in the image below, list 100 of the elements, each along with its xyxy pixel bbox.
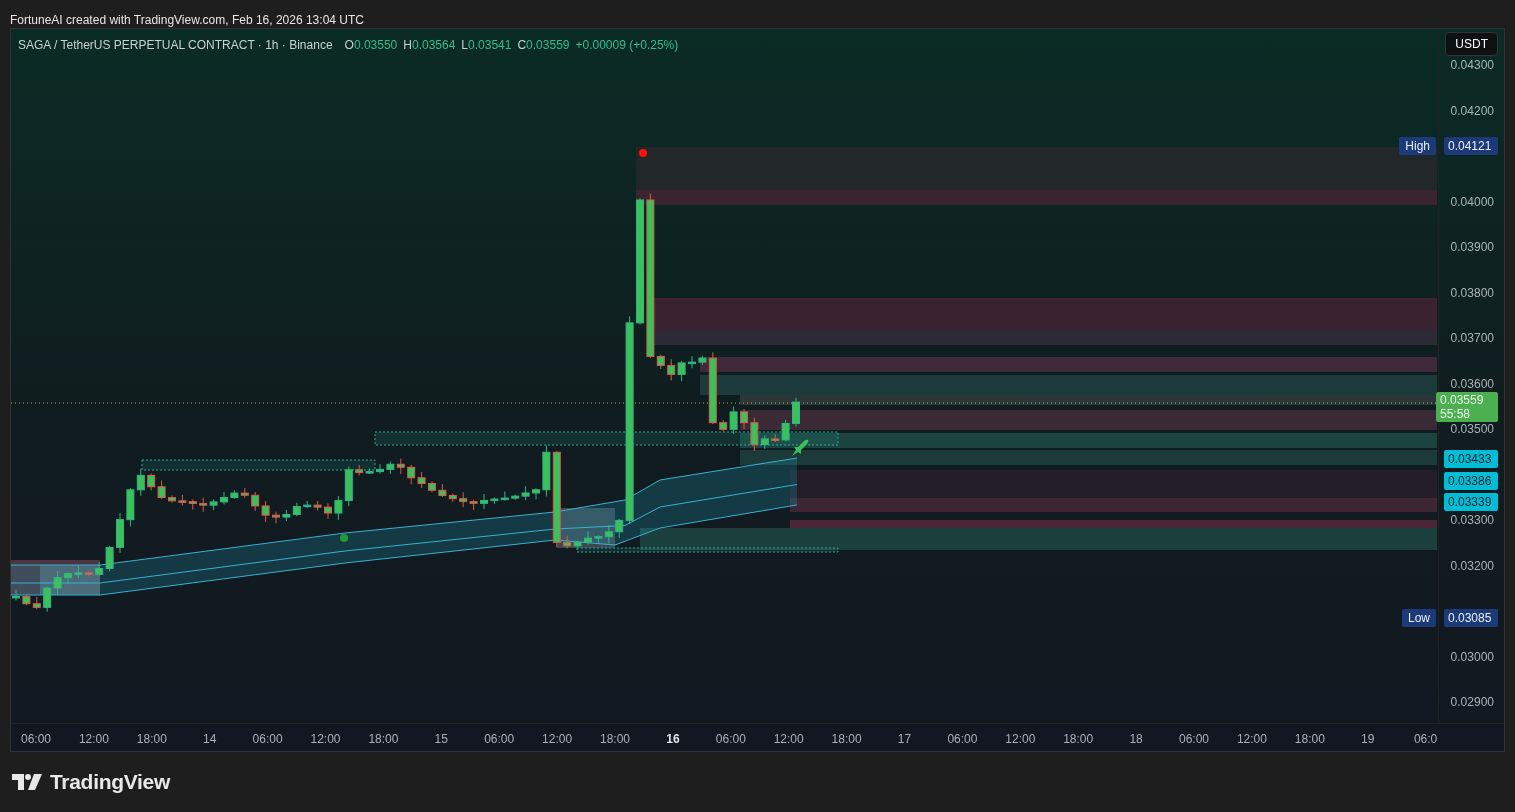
price-label: 0.03000 bbox=[1450, 649, 1494, 664]
time-label: 18 bbox=[1129, 732, 1143, 746]
candlestick bbox=[303, 500, 312, 509]
candlestick bbox=[230, 489, 239, 500]
brand-wordmark: TradingView bbox=[50, 770, 170, 794]
time-label: 06:00 bbox=[947, 732, 978, 746]
time-label: 06:00 bbox=[252, 732, 283, 746]
price-label: 0.04300 bbox=[1450, 58, 1494, 72]
candlestick bbox=[157, 480, 166, 500]
currency-button[interactable]: USDT bbox=[1445, 32, 1498, 56]
rocket-icon bbox=[792, 439, 809, 456]
time-label: 12:00 bbox=[1236, 732, 1267, 746]
candlestick bbox=[417, 471, 426, 489]
candlestick bbox=[792, 397, 800, 428]
candlestick bbox=[43, 586, 52, 613]
price-label: 0.03600 bbox=[1450, 376, 1494, 391]
price-value: 0.03559 bbox=[1440, 393, 1485, 408]
candlestick bbox=[272, 511, 280, 524]
candlestick bbox=[32, 596, 41, 610]
time-label: 18:00 bbox=[831, 732, 862, 746]
candlestick bbox=[469, 499, 478, 511]
extreme-label-tag: Low bbox=[1402, 608, 1436, 627]
change-value: +0.00009 (+0.25%) bbox=[575, 38, 679, 52]
candlestick bbox=[220, 491, 228, 505]
ohlc-value: 0.03559 bbox=[526, 38, 570, 52]
candlestick bbox=[532, 487, 540, 500]
candlestick bbox=[12, 589, 20, 601]
time-label: 18:00 bbox=[600, 732, 630, 746]
price-label: 0.03700 bbox=[1450, 331, 1494, 345]
price-label: 0.03800 bbox=[1450, 285, 1494, 300]
candlestick bbox=[667, 358, 676, 381]
time-label: 18:00 bbox=[1294, 732, 1325, 746]
time-label: 06:00 bbox=[21, 732, 51, 746]
time-label: 06:00 bbox=[1179, 732, 1209, 746]
candlestick bbox=[116, 512, 124, 554]
ohlc-value: 0.03564 bbox=[411, 38, 456, 52]
candlestick bbox=[324, 502, 332, 520]
candlestick bbox=[407, 464, 416, 485]
time-label: 12:00 bbox=[773, 732, 804, 746]
ohlc-value: 0.03541 bbox=[468, 38, 512, 52]
price-label: 0.04000 bbox=[1450, 194, 1494, 209]
candlestick bbox=[199, 497, 208, 513]
price-tag: 0.04121 bbox=[1444, 137, 1498, 156]
candlestick bbox=[64, 571, 72, 585]
time-label: 18:00 bbox=[1063, 732, 1094, 746]
time-label: 06:00 bbox=[484, 732, 515, 746]
candlestick bbox=[584, 530, 592, 546]
candlestick bbox=[313, 500, 322, 512]
extreme-label-tag: High bbox=[1399, 137, 1436, 156]
candlestick bbox=[261, 500, 270, 523]
time-label: 12:00 bbox=[1005, 732, 1036, 746]
time-label: 17 bbox=[897, 732, 912, 746]
ohlc-label: O bbox=[344, 38, 354, 52]
price-label: 0.03300 bbox=[1450, 513, 1494, 527]
candlestick bbox=[209, 498, 218, 511]
candlestick bbox=[740, 408, 748, 430]
candlestick bbox=[292, 502, 301, 517]
candlestick bbox=[251, 491, 260, 512]
time-label: 18:00 bbox=[136, 732, 167, 746]
price-tag: 0.03386 bbox=[1444, 471, 1498, 490]
logo-icon bbox=[12, 774, 42, 790]
candlestick bbox=[168, 494, 176, 504]
time-label: 12:00 bbox=[542, 732, 573, 746]
candlestick bbox=[53, 570, 62, 595]
time-label: 19 bbox=[1361, 732, 1375, 746]
price-tag: 0.03433 bbox=[1444, 450, 1498, 469]
candlestick bbox=[480, 493, 488, 510]
price-tag: 0.03085 bbox=[1444, 608, 1498, 627]
candlestick bbox=[396, 458, 405, 475]
candlestick bbox=[178, 494, 187, 507]
time-label: 06:00 bbox=[715, 732, 746, 746]
candlestick bbox=[459, 491, 468, 508]
time-label: 16 bbox=[666, 732, 680, 746]
time-label: 18:00 bbox=[368, 732, 399, 746]
ohlc-value: 0.03550 bbox=[353, 38, 398, 52]
dot-marker bbox=[639, 149, 647, 157]
candlestick bbox=[677, 360, 686, 382]
candlestick bbox=[147, 473, 156, 491]
credit-text: FortuneAI created with TradingView.com, Feb 16, 2026 13:04 UTC bbox=[10, 13, 364, 27]
candlestick bbox=[282, 509, 291, 522]
price-label: 0.03200 bbox=[1450, 558, 1494, 573]
candlestick bbox=[126, 487, 135, 527]
time-label: 12:00 bbox=[78, 732, 109, 746]
price-label: 0.02900 bbox=[1450, 695, 1494, 709]
dot-marker bbox=[340, 534, 348, 542]
price-label: 0.03900 bbox=[1450, 240, 1494, 254]
chart-title: SAGA / TetherUS PERPETUAL CONTRACT · 1h · Binance bbox=[18, 38, 333, 52]
time-label: 12:00 bbox=[310, 732, 341, 746]
ohlc-label: C bbox=[517, 38, 527, 52]
countdown-text: 55:58 bbox=[1440, 407, 1472, 422]
candlestick bbox=[376, 463, 384, 475]
time-label: 15 bbox=[434, 732, 448, 746]
time-label: 14 bbox=[203, 732, 217, 746]
ohlc-label: H bbox=[403, 38, 412, 52]
price-label: 0.04200 bbox=[1450, 103, 1494, 118]
candlestick bbox=[240, 487, 249, 499]
candlestick bbox=[500, 491, 509, 502]
candlestick bbox=[386, 460, 395, 475]
candlestick bbox=[688, 355, 696, 369]
candlestick bbox=[490, 496, 499, 505]
